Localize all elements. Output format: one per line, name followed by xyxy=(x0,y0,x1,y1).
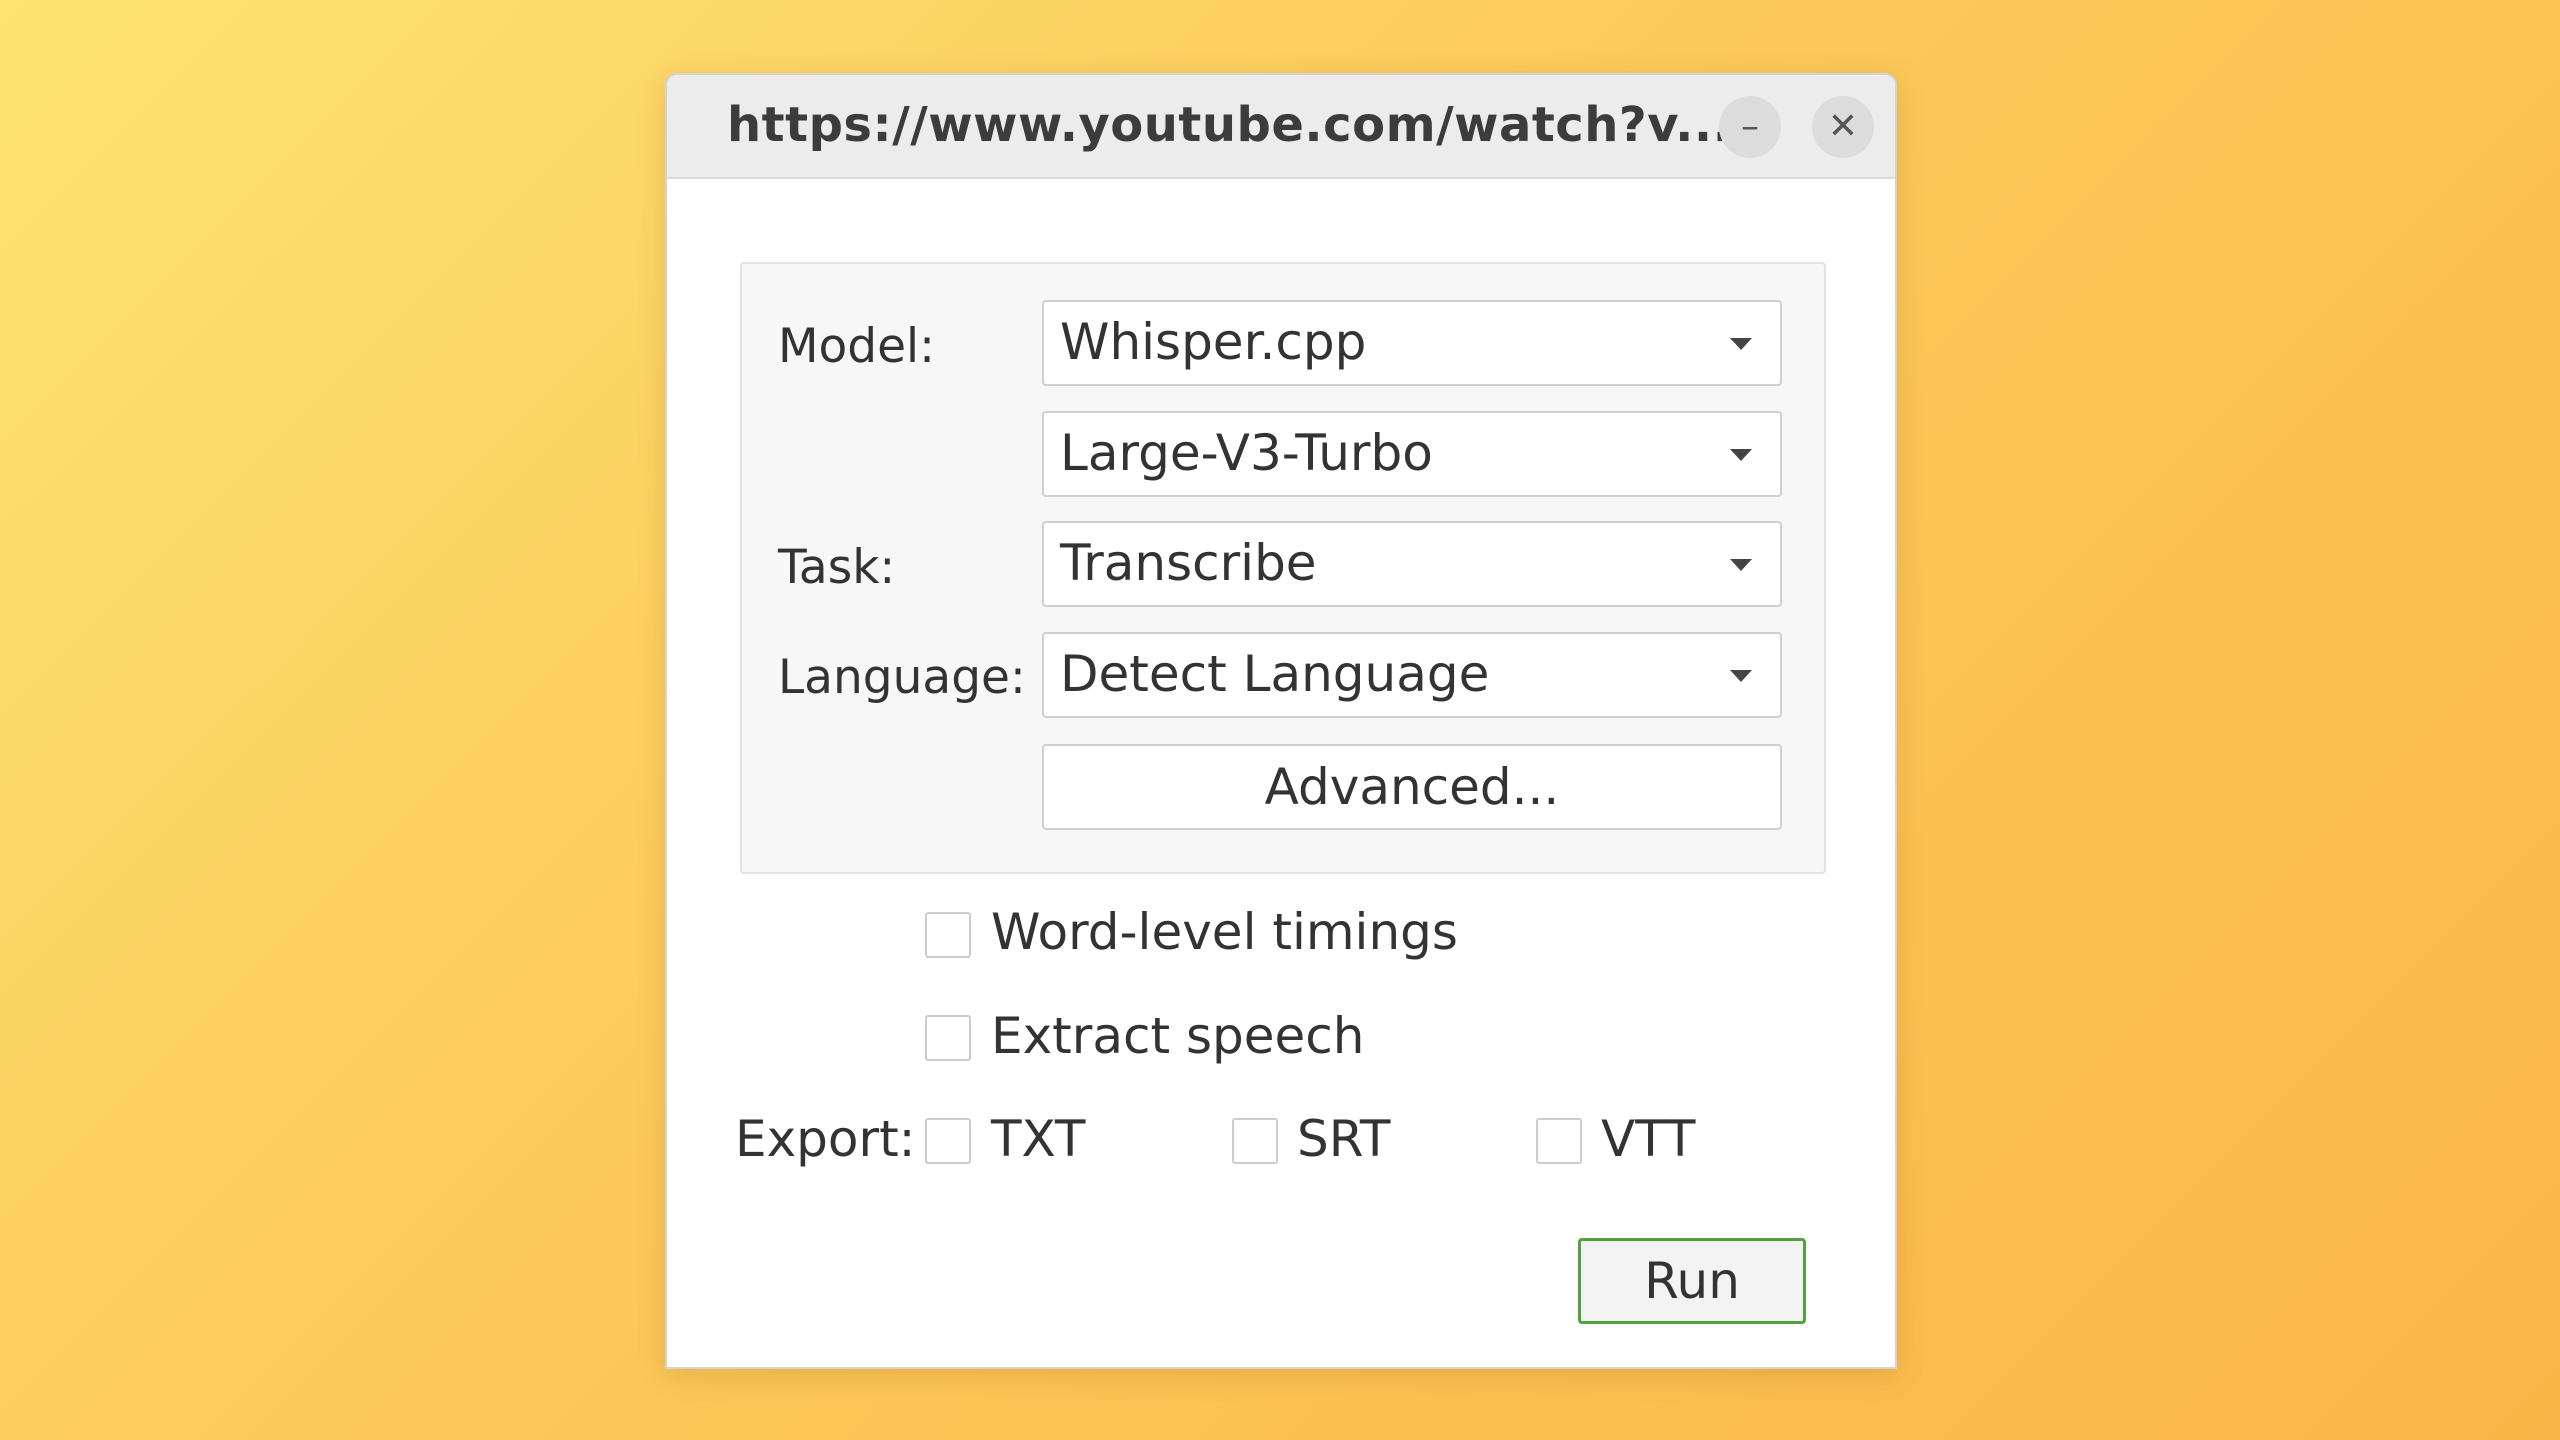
export-txt-checkbox[interactable] xyxy=(925,1118,971,1164)
close-button[interactable]: ✕ xyxy=(1812,96,1874,158)
task-select[interactable]: Transcribe xyxy=(1042,521,1782,607)
language-label: Language: xyxy=(778,650,1026,705)
export-txt-label[interactable]: TXT xyxy=(991,1110,1085,1168)
transcription-dialog: https://www.youtube.com/watch?v... – ✕ M… xyxy=(665,73,1897,1369)
export-vtt-checkbox[interactable] xyxy=(1536,1118,1582,1164)
run-button[interactable]: Run xyxy=(1578,1238,1806,1324)
language-select-value: Detect Language xyxy=(1060,645,1490,703)
advanced-button[interactable]: Advanced... xyxy=(1042,744,1782,830)
export-srt-label[interactable]: SRT xyxy=(1297,1110,1390,1168)
word-level-timings-checkbox[interactable] xyxy=(925,912,971,958)
export-vtt-label[interactable]: VTT xyxy=(1601,1110,1695,1168)
model-size-select[interactable]: Large-V3-Turbo xyxy=(1042,411,1782,497)
window-title: https://www.youtube.com/watch?v... xyxy=(727,97,1732,153)
model-select[interactable]: Whisper.cpp xyxy=(1042,300,1782,386)
extract-speech-label[interactable]: Extract speech xyxy=(991,1007,1364,1065)
export-label: Export: xyxy=(735,1110,916,1168)
minimize-icon: – xyxy=(1741,106,1759,147)
export-srt-checkbox[interactable] xyxy=(1232,1118,1278,1164)
task-label: Task: xyxy=(778,540,896,595)
chevron-down-icon xyxy=(1730,449,1752,461)
chevron-down-icon xyxy=(1730,338,1752,350)
chevron-down-icon xyxy=(1730,670,1752,682)
model-label: Model: xyxy=(778,319,935,374)
extract-speech-checkbox[interactable] xyxy=(925,1015,971,1061)
model-size-select-value: Large-V3-Turbo xyxy=(1060,424,1433,482)
title-bar[interactable]: https://www.youtube.com/watch?v... – ✕ xyxy=(667,75,1895,179)
model-select-value: Whisper.cpp xyxy=(1060,313,1367,371)
close-icon: ✕ xyxy=(1827,106,1859,147)
task-select-value: Transcribe xyxy=(1060,534,1317,592)
word-level-timings-label[interactable]: Word-level timings xyxy=(991,903,1458,961)
language-select[interactable]: Detect Language xyxy=(1042,632,1782,718)
settings-group: Model: Whisper.cpp Large-V3-Turbo Task: … xyxy=(740,262,1826,874)
minimize-button[interactable]: – xyxy=(1719,96,1781,158)
chevron-down-icon xyxy=(1730,559,1752,571)
